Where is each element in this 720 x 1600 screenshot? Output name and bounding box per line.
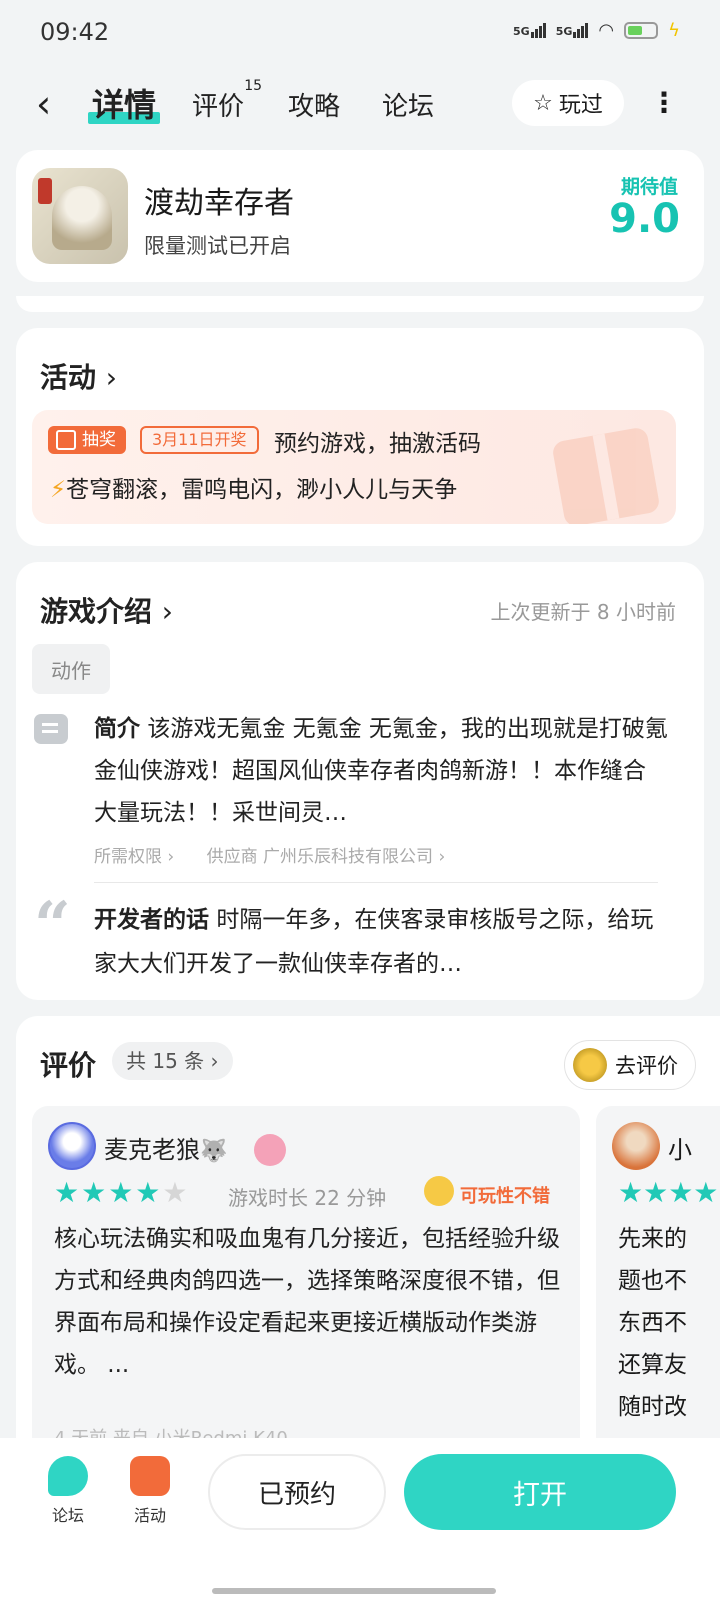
game-header-card: 渡劫幸存者 限量测试已开启 期待值 9.0 [16,150,704,282]
game-subtitle: 限量测试已开启 [144,234,291,258]
promo-title: 预约游戏，抽激活码 [274,431,481,457]
reviewer-name: 麦克老狼🐺 [104,1136,228,1164]
expect-label: 期待值 [620,176,678,198]
rating-stars: ★★★★★ [54,1176,190,1209]
rating-stars: ★★★★★ [618,1176,720,1209]
reviews-card: 评价 共 15 条 › 去评价 麦克老狼🐺 ★★★★★ 游戏时长 22 分钟 可… [16,1016,720,1456]
developer-note[interactable]: 开发者的话 时隔一年多，在侠客录审核版号之际，给玩家大大们开发了一款仙侠幸存者的… [94,898,668,986]
lightning-icon: ⚡ [50,477,67,503]
draw-date-badge: 3月11日开奖 [140,426,259,454]
tab-guides[interactable]: 攻略 [288,86,340,123]
reviewer-avatar[interactable] [612,1122,660,1170]
wifi-icon: ◠ [598,20,615,41]
smile-icon [424,1176,454,1206]
activity-title[interactable]: 活动 › [40,356,117,396]
tab-details[interactable]: 详情 [88,80,161,126]
meta-row: 所需权限 › 供应商 广州乐辰科技有限公司 › [94,842,445,867]
reviews-title: 评价 [40,1049,97,1082]
top-nav: ‹ 详情 评价 15 攻略 论坛 ☆ 玩过 ⋮ [0,72,720,136]
open-button[interactable]: 打开 [404,1454,676,1530]
divider [94,882,658,883]
gift-icon [130,1456,170,1496]
back-icon[interactable]: ‹ [36,82,51,126]
collapsed-card [16,296,704,312]
chevron-right-icon: › [161,595,173,628]
playtime: 游戏时长 22 分钟 [228,1186,387,1210]
chat-bubble-icon [48,1456,88,1496]
document-icon [34,714,68,744]
write-review-button[interactable]: 去评价 [564,1040,696,1090]
forum-button[interactable]: 论坛 [38,1456,98,1526]
gift-decoration-icon [551,426,661,524]
status-icons: 5G 5G ◠ ϟ [513,20,680,41]
gift-icon [56,430,76,450]
activity-card: 活动 › 抽奖 3月11日开奖 预约游戏，抽激活码 ⚡苍穹翻滚，雷鸣电闪，渺小人… [16,328,704,546]
review-text: 核心玩法确实和吸血鬼有几分接近，包括经验升级方式和经典肉鸽四选一，选择策略深度很… [54,1226,560,1378]
last-updated: 上次更新于 8 小时前 [490,600,676,624]
home-indicator[interactable] [212,1588,496,1594]
quote-icon: “ [34,888,71,963]
expect-value: 9.0 [609,196,680,242]
review-card[interactable]: 小 ★★★★★ 先来的 题也不 东西不 还算友 随时改 [596,1106,720,1456]
intro-card: 游戏介绍 › 上次更新于 8 小时前 动作 简介 该游戏无氪金 无氪金 无氪金，… [16,562,704,1000]
intro-summary[interactable]: 简介 该游戏无氪金 无氪金 无氪金，我的出现就是打破氪金仙侠游戏！超国风仙侠幸存… [94,708,668,834]
supplier-link[interactable]: 供应商 广州乐辰科技有限公司 › [207,847,446,867]
status-bar: 09:42 5G 5G ◠ ϟ [0,0,720,64]
reviewer-name: 小 [668,1136,692,1164]
avatar [573,1048,607,1082]
clock: 09:42 [40,18,110,46]
bottom-action-bar: 论坛 活动 已预约 打开 [0,1438,720,1600]
promo-text: ⚡苍穹翻滚，雷鸣电闪，渺小人儿与天争 [50,477,458,503]
review-card[interactable]: 麦克老狼🐺 ★★★★★ 游戏时长 22 分钟 可玩性不错 核心玩法确实和吸血鬼有… [32,1106,580,1456]
reviewer-avatar[interactable] [48,1122,96,1170]
activity-button[interactable]: 活动 [120,1456,180,1526]
activity-promo[interactable]: 抽奖 3月11日开奖 预约游戏，抽激活码 ⚡苍穹翻滚，雷鸣电闪，渺小人儿与天争 [32,410,676,524]
charging-icon: ϟ [668,20,680,41]
draw-badge: 抽奖 [48,426,126,454]
reserved-button[interactable]: 已预约 [208,1454,386,1530]
permissions-link[interactable]: 所需权限 › [94,847,174,867]
signal-icon: 5G [513,23,546,38]
review-tag: 可玩性不错 [460,1186,550,1207]
game-icon[interactable] [32,168,128,264]
user-badge-icon [254,1134,286,1166]
genre-tag[interactable]: 动作 [32,644,110,694]
review-text: 先来的 题也不 东西不 还算友 随时改 [618,1226,687,1420]
review-count-chip[interactable]: 共 15 条 › [112,1042,233,1080]
chevron-right-icon: › [105,361,117,394]
signal-icon-2: 5G [556,23,589,38]
intro-title[interactable]: 游戏介绍 › [40,590,173,630]
played-button[interactable]: ☆ 玩过 [512,80,624,126]
tab-reviews-count: 15 [244,78,263,94]
battery-icon [624,22,659,39]
tab-forum[interactable]: 论坛 [382,86,434,123]
star-outline-icon: ☆ [533,90,553,116]
more-icon[interactable]: ⋮ [650,86,678,119]
game-title: 渡劫幸存者 [144,186,294,221]
tab-reviews[interactable]: 评价 15 [192,78,262,123]
